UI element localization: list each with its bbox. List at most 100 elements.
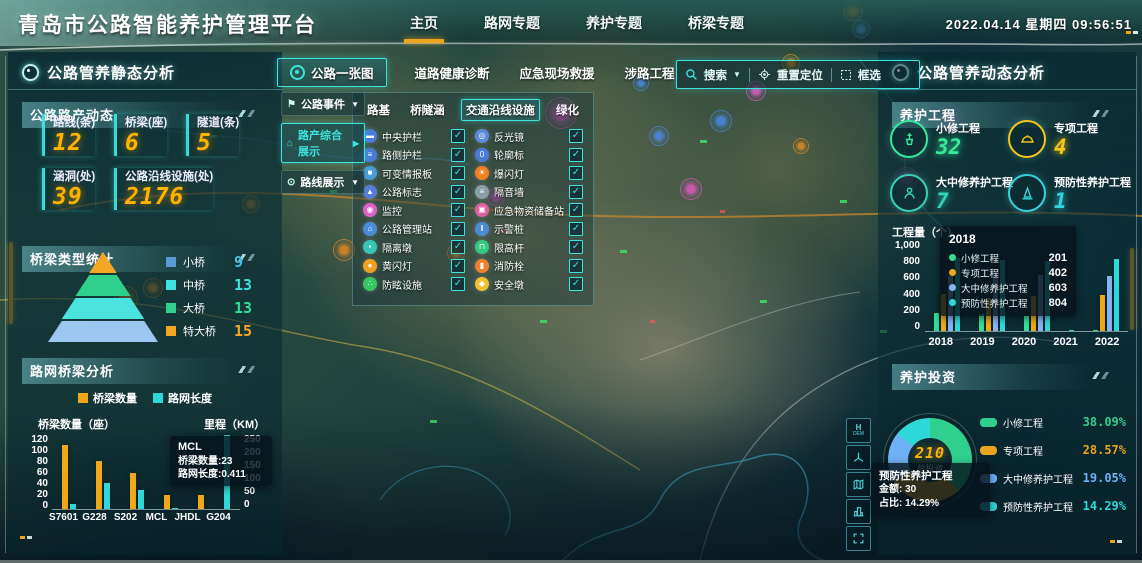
bar-路网长度 xyxy=(172,508,178,509)
maintenance-stat: 专项工程4 xyxy=(1008,120,1098,159)
facility-tab-1[interactable]: 路基 xyxy=(363,100,394,120)
facility-checkbox[interactable]: ✓ xyxy=(569,240,583,254)
dashboard-root: 青岛市公路智能养护管理平台 主页路网专题养护专题桥梁专题 2022.04.14 … xyxy=(0,0,1142,563)
tooltip-series-value: 804 xyxy=(1049,297,1067,309)
toolbar-button-1[interactable]: 公路一张图 xyxy=(277,58,387,87)
pyramid-layer xyxy=(48,298,158,319)
facility-checkbox[interactable]: ✓ xyxy=(451,203,465,217)
bar-group-2022[interactable] xyxy=(1093,259,1119,331)
tooltip-line: 金额: 30 xyxy=(879,483,983,497)
panel-title-icon xyxy=(22,64,39,81)
facility-checkbox[interactable]: ✓ xyxy=(569,166,583,180)
maintenance-stat-value: 4 xyxy=(1054,136,1098,159)
facility-tab-4[interactable]: 绿化 xyxy=(552,100,583,120)
facility-checkbox[interactable]: ✓ xyxy=(569,203,583,217)
category-label: G204 xyxy=(204,512,234,523)
tooltip-line: 路网长度:0.411 xyxy=(178,468,264,481)
noise-wall-icon: ≡ xyxy=(475,185,489,199)
station-icon: ⌂ xyxy=(363,222,377,236)
facility-checkbox[interactable]: ✓ xyxy=(569,148,583,162)
nav-tab-4[interactable]: 桥梁专题 xyxy=(686,9,746,37)
legend-chip xyxy=(78,393,88,403)
facility-tab-2[interactable]: 桥隧涵 xyxy=(406,100,449,120)
facility-checkbox[interactable]: ✓ xyxy=(451,129,465,143)
bar-大中修养护工程 xyxy=(1107,276,1112,331)
search-input[interactable]: 搜索 xyxy=(704,67,727,83)
facility-item: ⊓限高杆✓ xyxy=(475,238,583,257)
cone-icon xyxy=(1008,174,1046,212)
shovel-icon xyxy=(890,120,928,158)
bar-group[interactable] xyxy=(164,495,178,509)
legend-dot xyxy=(949,269,956,276)
bridge-type-legend: 小桥9中桥13大桥13特大桥15 xyxy=(166,250,271,342)
nav-tab-2[interactable]: 路网专题 xyxy=(482,9,542,37)
legend-label: 桥梁数量 xyxy=(93,390,137,406)
facility-item: ‖示警桩✓ xyxy=(475,220,583,239)
bar-group[interactable] xyxy=(198,495,204,509)
reset-position-button[interactable]: 重置定位 xyxy=(777,67,823,83)
facility-checkbox[interactable]: ✓ xyxy=(451,148,465,162)
bar-group-2021[interactable] xyxy=(1069,330,1074,331)
search-dropdown-caret-icon[interactable]: ▼ xyxy=(733,70,741,79)
facility-tab-3[interactable]: 交通沿线设施 xyxy=(461,99,540,121)
panel-corner-dots xyxy=(20,536,32,539)
bar-group[interactable] xyxy=(96,461,110,509)
axis-tick: 120 xyxy=(22,434,48,445)
bar-桥梁数量 xyxy=(62,445,68,509)
tooltip-series-name: 大中修养护工程 xyxy=(961,281,1044,295)
facility-checkbox[interactable]: ✓ xyxy=(451,277,465,291)
basemap-icon[interactable] xyxy=(846,472,871,497)
toolbar-button-4[interactable]: 涉路工程 xyxy=(623,58,677,87)
toolbar-button-2[interactable]: 道路健康诊断 xyxy=(413,58,492,87)
facility-checkbox[interactable]: ✓ xyxy=(569,129,583,143)
facility-checkbox[interactable]: ✓ xyxy=(451,222,465,236)
bar-group[interactable] xyxy=(62,445,76,509)
right-axis-label: 里程（KM） xyxy=(204,416,265,432)
facility-checkbox[interactable]: ✓ xyxy=(569,259,583,273)
facility-item-label: 路侧护栏 xyxy=(382,147,446,162)
divider xyxy=(749,68,750,82)
nav-tab-1[interactable]: 主页 xyxy=(408,9,440,37)
facility-item: ≡路侧护栏✓ xyxy=(363,146,465,165)
axis-tick: 600 xyxy=(886,272,920,283)
map-pin-marker[interactable] xyxy=(680,178,702,200)
layer-menu-item-2[interactable]: ⌂路产综合展示▶ xyxy=(281,123,365,163)
layer-menu-label: 公路事件 xyxy=(301,96,345,112)
road-stat-label: 桥梁(座) xyxy=(125,114,167,130)
axis-tick: 1,000 xyxy=(886,240,920,251)
facility-item-label: 隔离墩 xyxy=(382,240,446,255)
year-label: 2019 xyxy=(970,336,994,348)
map-pin-marker[interactable] xyxy=(793,138,809,154)
facility-layer-panel: 路基桥隧涵交通沿线设施绿化 ▬中央护栏✓◎反光镜✓≡路侧护栏✓0轮廓标✓■可变情… xyxy=(352,92,594,306)
facility-item: 0轮廓标✓ xyxy=(475,146,583,165)
facility-checkbox[interactable]: ✓ xyxy=(569,277,583,291)
tooltip-series-name: 小修工程 xyxy=(961,251,1044,265)
layer-menu-item-1[interactable]: ⚑公路事件▼ xyxy=(281,92,365,116)
facility-item: ●黄闪灯✓ xyxy=(363,257,465,276)
buildings-icon[interactable] xyxy=(846,499,871,524)
layer-menu-item-3[interactable]: ⊙路线展示▼ xyxy=(281,170,365,194)
map-toolbar: 公路一张图道路健康诊断应急现场救援涉路工程« xyxy=(277,58,711,87)
bar-group[interactable] xyxy=(130,473,144,509)
facility-checkbox[interactable]: ✓ xyxy=(451,240,465,254)
axis-3d-icon[interactable] xyxy=(846,445,871,470)
investment-legend-row: 专项工程28.57% xyxy=(980,436,1126,464)
facility-checkbox[interactable]: ✓ xyxy=(451,166,465,180)
dem-icon[interactable]: HDEM xyxy=(846,418,871,443)
box-select-button[interactable]: 框选 xyxy=(858,67,881,83)
map-pin-marker[interactable] xyxy=(710,110,732,132)
facility-checkbox[interactable]: ✓ xyxy=(451,185,465,199)
corner-indicator xyxy=(1126,31,1138,34)
fullscreen-icon[interactable] xyxy=(846,526,871,551)
facility-checkbox[interactable]: ✓ xyxy=(569,185,583,199)
road-stat-value: 5 xyxy=(197,130,239,156)
map-pin-marker[interactable] xyxy=(649,126,669,146)
nav-tab-3[interactable]: 养护专题 xyxy=(584,9,644,37)
toolbar-button-3[interactable]: 应急现场救援 xyxy=(518,58,597,87)
legend-percent: 14.29% xyxy=(1083,499,1126,513)
facility-checkbox[interactable]: ✓ xyxy=(451,259,465,273)
facility-item: ∴防眩设施✓ xyxy=(363,275,465,294)
pyramid-layer xyxy=(48,321,158,342)
facility-checkbox[interactable]: ✓ xyxy=(569,222,583,236)
bar-桥梁数量 xyxy=(164,495,170,509)
